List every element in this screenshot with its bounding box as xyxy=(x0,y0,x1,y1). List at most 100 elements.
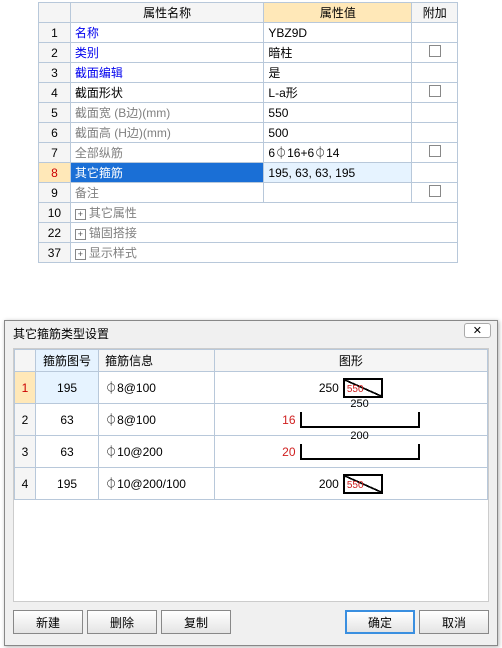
close-icon[interactable]: ✕ xyxy=(464,323,491,338)
stir-shape[interactable]: 20200 xyxy=(214,436,487,468)
prop-name[interactable]: 截面宽 (B边)(mm) xyxy=(70,103,264,123)
prop-value[interactable]: YBZ9D xyxy=(264,23,412,43)
stir-info[interactable]: ⏀10@200 xyxy=(99,436,215,468)
property-table: 属性名称 属性值 附加 1名称YBZ9D2类别暗柱3截面编辑是4截面形状L-a形… xyxy=(38,2,458,263)
expand-icon[interactable]: + xyxy=(75,209,86,220)
u-shape-icon: 250 xyxy=(300,412,420,428)
stir-info[interactable]: ⏀8@100 xyxy=(99,372,215,404)
stir-header-shape[interactable]: 图形 xyxy=(214,350,487,372)
row-number: 37 xyxy=(39,243,71,263)
prop-extra[interactable] xyxy=(412,23,458,43)
u-shape-icon: 200 xyxy=(300,444,420,460)
header-extra[interactable]: 附加 xyxy=(412,3,458,23)
shape-left-value: 250 xyxy=(319,381,339,395)
property-group-row[interactable]: 22+锚固搭接 xyxy=(39,223,458,243)
property-group-row[interactable]: 10+其它属性 xyxy=(39,203,458,223)
prop-name[interactable]: 截面编辑 xyxy=(70,63,264,83)
prop-name[interactable]: 其它箍筋 xyxy=(70,163,264,183)
prop-extra[interactable] xyxy=(412,83,458,103)
property-row[interactable]: 2类别暗柱 xyxy=(39,43,458,63)
property-row[interactable]: 7全部纵筋6⏀16+6⏀14 xyxy=(39,143,458,163)
stir-info[interactable]: ⏀8@100 xyxy=(99,404,215,436)
prop-extra[interactable] xyxy=(412,123,458,143)
property-group-row[interactable]: 37+显示样式 xyxy=(39,243,458,263)
group-label[interactable]: +锚固搭接 xyxy=(70,223,457,243)
stir-id[interactable]: 63 xyxy=(36,404,99,436)
prop-value[interactable] xyxy=(264,183,412,203)
row-number: 6 xyxy=(39,123,71,143)
prop-extra[interactable] xyxy=(412,183,458,203)
row-number: 4 xyxy=(39,83,71,103)
prop-value[interactable]: 6⏀16+6⏀14 xyxy=(264,143,412,163)
expand-icon[interactable]: + xyxy=(75,249,86,260)
ok-button[interactable]: 确定 xyxy=(345,610,415,634)
row-number: 7 xyxy=(39,143,71,163)
row-number: 1 xyxy=(15,372,36,404)
row-number: 1 xyxy=(39,23,71,43)
stir-info[interactable]: ⏀10@200/100 xyxy=(99,468,215,500)
property-row[interactable]: 8其它箍筋195, 63, 63, 195 xyxy=(39,163,458,183)
row-number: 3 xyxy=(39,63,71,83)
prop-name[interactable]: 备注 xyxy=(70,183,264,203)
stirrup-table: 箍筋图号 箍筋信息 图形 1195⏀8@100250550263⏀8@10016… xyxy=(14,349,488,500)
stir-header-blank xyxy=(15,350,36,372)
cancel-button[interactable]: 取消 xyxy=(419,610,489,634)
prop-value[interactable]: 暗柱 xyxy=(264,43,412,63)
prop-name[interactable]: 类别 xyxy=(70,43,264,63)
prop-value[interactable]: 500 xyxy=(264,123,412,143)
stir-shape[interactable]: 200550 xyxy=(214,468,487,500)
prop-name[interactable]: 截面形状 xyxy=(70,83,264,103)
delete-button[interactable]: 删除 xyxy=(87,610,157,634)
prop-extra[interactable] xyxy=(412,63,458,83)
row-number: 9 xyxy=(39,183,71,203)
property-row[interactable]: 5截面宽 (B边)(mm)550 xyxy=(39,103,458,123)
stirrup-row[interactable]: 263⏀8@100 16 250 xyxy=(15,404,488,436)
prop-value[interactable]: 550 xyxy=(264,103,412,123)
shape-left-value: 16 xyxy=(282,413,295,427)
copy-button[interactable]: 复制 xyxy=(161,610,231,634)
property-row[interactable]: 6截面高 (H边)(mm)500 xyxy=(39,123,458,143)
stirrup-row[interactable]: 1195⏀8@100 250 550 xyxy=(15,372,488,404)
checkbox-icon[interactable] xyxy=(429,45,441,57)
prop-name[interactable]: 全部纵筋 xyxy=(70,143,264,163)
prop-name[interactable]: 截面高 (H边)(mm) xyxy=(70,123,264,143)
stir-id[interactable]: 195 xyxy=(36,468,99,500)
prop-value[interactable]: 是 xyxy=(264,63,412,83)
group-label[interactable]: +显示样式 xyxy=(70,243,457,263)
prop-name[interactable]: 名称 xyxy=(70,23,264,43)
stirrup-row[interactable]: 4195⏀10@200/100200550 xyxy=(15,468,488,500)
prop-extra[interactable] xyxy=(412,103,458,123)
row-number: 10 xyxy=(39,203,71,223)
stir-id[interactable]: 63 xyxy=(36,436,99,468)
property-row[interactable]: 1名称YBZ9D xyxy=(39,23,458,43)
prop-value[interactable]: L-a形 xyxy=(264,83,412,103)
new-button[interactable]: 新建 xyxy=(13,610,83,634)
stir-header-id[interactable]: 箍筋图号 xyxy=(36,350,99,372)
checkbox-icon[interactable] xyxy=(429,185,441,197)
prop-extra[interactable] xyxy=(412,163,458,183)
prop-extra[interactable] xyxy=(412,143,458,163)
prop-value[interactable]: 195, 63, 63, 195 xyxy=(264,163,412,183)
stir-id[interactable]: 195 xyxy=(36,372,99,404)
expand-icon[interactable]: + xyxy=(75,229,86,240)
prop-extra[interactable] xyxy=(412,43,458,63)
row-number: 8 xyxy=(39,163,71,183)
header-name[interactable]: 属性名称 xyxy=(70,3,264,23)
checkbox-icon[interactable] xyxy=(429,145,441,157)
row-number: 4 xyxy=(15,468,36,500)
checkbox-icon[interactable] xyxy=(429,85,441,97)
property-row[interactable]: 3截面编辑是 xyxy=(39,63,458,83)
dialog-title: 其它箍筋类型设置 xyxy=(13,327,109,341)
property-row[interactable]: 9备注 xyxy=(39,183,458,203)
row-number: 2 xyxy=(39,43,71,63)
row-number: 5 xyxy=(39,103,71,123)
row-number: 2 xyxy=(15,404,36,436)
stirrup-row[interactable]: 363⏀10@20020200 xyxy=(15,436,488,468)
row-number: 22 xyxy=(39,223,71,243)
property-row[interactable]: 4截面形状L-a形 xyxy=(39,83,458,103)
rect-shape-icon: 550 xyxy=(343,378,383,398)
row-number: 3 xyxy=(15,436,36,468)
group-label[interactable]: +其它属性 xyxy=(70,203,457,223)
header-value[interactable]: 属性值 xyxy=(264,3,412,23)
stir-header-info[interactable]: 箍筋信息 xyxy=(99,350,215,372)
